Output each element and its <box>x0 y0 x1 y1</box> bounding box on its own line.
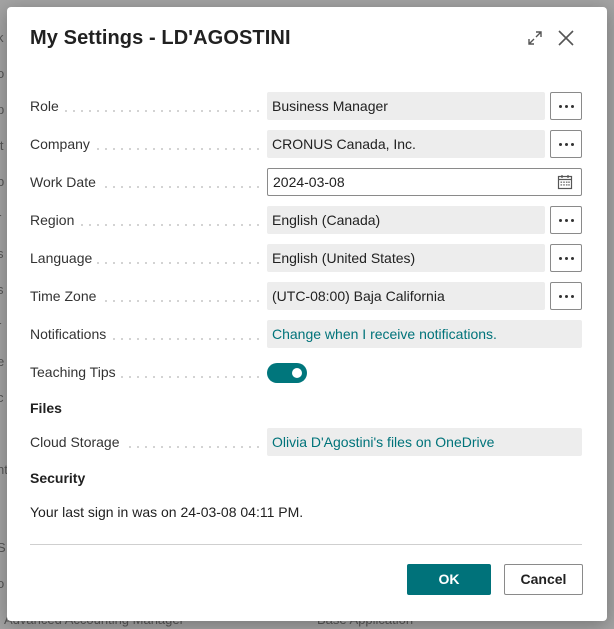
leader-dots <box>30 110 262 112</box>
close-icon <box>558 30 574 46</box>
cancel-button[interactable]: Cancel <box>504 564 583 595</box>
toggle-knob <box>292 368 302 378</box>
notifications-row: Notifications Change when I receive noti… <box>30 320 582 348</box>
region-label: Region <box>30 206 79 234</box>
footer-divider <box>30 544 582 545</box>
time-zone-field[interactable]: (UTC-08:00) Baja California <box>267 282 545 310</box>
cloud-storage-label: Cloud Storage <box>30 428 124 456</box>
notifications-label: Notifications <box>30 320 111 348</box>
my-settings-dialog: My Settings - LD'AGOSTINI Role Business … <box>7 7 607 621</box>
work-date-input[interactable]: 2024-03-08 <box>267 168 582 196</box>
company-lookup-button[interactable] <box>550 130 582 158</box>
role-row: Role Business Manager <box>30 92 582 120</box>
cloud-storage-link[interactable]: Olivia D'Agostini's files on OneDrive <box>267 428 582 456</box>
notifications-link[interactable]: Change when I receive notifications. <box>267 320 582 348</box>
work-date-label: Work Date <box>30 168 100 196</box>
region-lookup-button[interactable] <box>550 206 582 234</box>
teaching-tips-label: Teaching Tips <box>30 358 120 386</box>
company-field[interactable]: CRONUS Canada, Inc. <box>267 130 545 158</box>
role-lookup-button[interactable] <box>550 92 582 120</box>
time-zone-row: Time Zone (UTC-08:00) Baja California <box>30 282 582 310</box>
language-row: Language English (United States) <box>30 244 582 272</box>
expand-button[interactable] <box>522 25 548 51</box>
language-label: Language <box>30 244 97 272</box>
time-zone-lookup-button[interactable] <box>550 282 582 310</box>
company-label: Company <box>30 130 94 158</box>
security-heading: Security <box>30 470 86 486</box>
teaching-tips-toggle[interactable] <box>267 363 307 383</box>
role-label: Role <box>30 92 63 120</box>
ok-button[interactable]: OK <box>407 564 491 595</box>
dialog-title: My Settings - LD'AGOSTINI <box>30 27 291 49</box>
work-date-value: 2024-03-08 <box>273 174 345 190</box>
region-field[interactable]: English (Canada) <box>267 206 545 234</box>
language-lookup-button[interactable] <box>550 244 582 272</box>
cloud-storage-row: Cloud Storage Olivia D'Agostini's files … <box>30 428 582 456</box>
region-row: Region English (Canada) <box>30 206 582 234</box>
teaching-tips-row: Teaching Tips <box>30 358 582 386</box>
last-sign-in-text: Your last sign in was on 24-03-08 04:11 … <box>30 504 304 520</box>
company-row: Company CRONUS Canada, Inc. <box>30 130 582 158</box>
time-zone-label: Time Zone <box>30 282 101 310</box>
work-date-row: Work Date 2024-03-08 <box>30 168 582 196</box>
role-field[interactable]: Business Manager <box>267 92 545 120</box>
close-button[interactable] <box>553 25 579 51</box>
files-heading: Files <box>30 400 62 416</box>
language-field[interactable]: English (United States) <box>267 244 545 272</box>
expand-icon <box>528 31 542 45</box>
calendar-icon[interactable] <box>557 174 573 190</box>
